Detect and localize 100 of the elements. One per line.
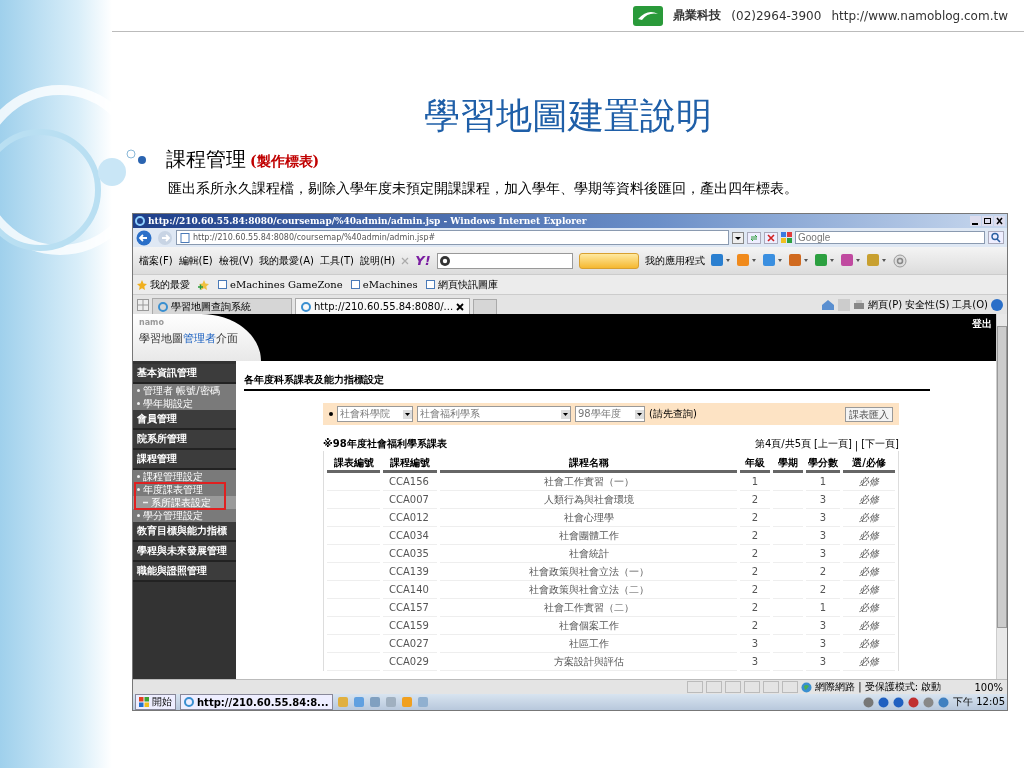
stop-icon[interactable]	[764, 231, 778, 244]
table-cell: 必修	[843, 473, 895, 491]
add-favorite-icon[interactable]	[198, 279, 210, 290]
table-cell: 方案設計與評估	[440, 653, 737, 671]
table-cell: 社會工作實習（二）	[440, 599, 737, 617]
quick-launch-icon[interactable]	[400, 696, 413, 708]
favorites-button[interactable]: 我的最愛	[137, 277, 190, 292]
toolbar-icon[interactable]	[814, 254, 835, 267]
close-icon[interactable]	[456, 302, 465, 311]
menu-item[interactable]: 說明(H)	[359, 253, 396, 268]
sidebar-section[interactable]: 職能與證照管理	[133, 562, 236, 582]
table-cell: 必修	[843, 617, 895, 635]
back-icon[interactable]	[136, 229, 154, 246]
tray-icon[interactable]	[908, 696, 919, 708]
search-icon	[439, 255, 450, 266]
toolbar-icon[interactable]	[762, 254, 783, 267]
table-cell: 社會工作實習（一）	[440, 473, 737, 491]
apps-button[interactable]: 我的應用程式	[644, 253, 705, 268]
pager-separator: |	[854, 440, 859, 451]
new-tab-button[interactable]	[473, 299, 498, 314]
address-field[interactable]: http://210.60.55.84:8080/coursemap/%40admin/admin.jsp#	[176, 230, 729, 245]
dash-icon	[143, 501, 148, 504]
start-button[interactable]: 開始	[135, 694, 176, 710]
import-button[interactable]: 課表匯入	[845, 406, 893, 422]
tray-icon[interactable]	[923, 696, 934, 708]
clock: 下午 12:05	[953, 695, 1005, 709]
browser-tab[interactable]: http://210.60.55.84:8080/...	[295, 298, 471, 314]
sidebar-section[interactable]: 院系所管理	[133, 430, 236, 450]
page-icon	[350, 280, 360, 289]
menu-item[interactable]: 工具(T)	[320, 253, 354, 268]
search-field[interactable]: Google	[795, 231, 985, 244]
window-title: http://210.60.55.84:8080/coursemap/%40admin/admin.jsp - Windows Internet Explorer	[148, 216, 587, 226]
menu-item[interactable]: 編輯(E)	[178, 253, 213, 268]
quick-launch-icon[interactable]	[352, 696, 365, 708]
browser-tab[interactable]: 學習地圖查詢系統	[152, 298, 292, 314]
maximize-icon[interactable]	[982, 216, 993, 226]
toolbar-search-field[interactable]	[436, 252, 573, 269]
quick-launch-icon[interactable]	[336, 696, 349, 708]
table-cell: CCA156	[383, 473, 437, 491]
taskbar-window-button[interactable]: http://210.60.55.84:8...	[180, 694, 333, 710]
print-icon[interactable]	[853, 298, 866, 311]
tray-icon[interactable]	[878, 696, 889, 708]
tray-icon[interactable]	[938, 696, 949, 708]
bullet-icon	[137, 475, 140, 478]
toolbar-icon[interactable]	[866, 254, 887, 267]
search-icon[interactable]	[988, 231, 1004, 244]
dropdown-icon[interactable]	[732, 231, 744, 244]
close-icon[interactable]	[994, 216, 1005, 226]
home-icon[interactable]	[821, 298, 836, 311]
bullet-heading: 課程管理	[166, 146, 246, 173]
table-cell: CCA035	[383, 545, 437, 563]
table-cell: 2	[740, 617, 770, 635]
dropdown-icon	[403, 409, 412, 419]
sidebar-section[interactable]: 學程與未來發展管理	[133, 542, 236, 562]
command-menu[interactable]: 網頁(P)	[868, 297, 903, 312]
settings-icon[interactable]	[892, 253, 907, 268]
sidebar-section[interactable]: 教育目標與能力指標	[133, 522, 236, 542]
toolbar-icon[interactable]	[788, 254, 809, 267]
ie-icon	[184, 697, 194, 707]
quick-launch-icon[interactable]	[384, 696, 397, 708]
sidebar-section[interactable]: 會員管理	[133, 410, 236, 430]
logout-link[interactable]: 登出	[968, 314, 996, 334]
favorite-link[interactable]: 網頁快訊圖庫	[425, 277, 498, 292]
table-cell: 必修	[843, 491, 895, 509]
sidebar-section[interactable]: 課程管理	[133, 450, 236, 470]
table-cell: 3	[806, 509, 840, 527]
toolbar-icon[interactable]	[736, 254, 757, 267]
menu-item[interactable]: 我的最愛(A)	[259, 253, 314, 268]
search-button[interactable]	[578, 252, 639, 269]
command-menu[interactable]: 安全性(S)	[905, 297, 950, 312]
tray-icon[interactable]	[893, 696, 904, 708]
command-menu[interactable]: 工具(O)	[952, 297, 988, 312]
toolbar-icon[interactable]	[710, 254, 731, 267]
favorite-link[interactable]: eMachines	[350, 279, 418, 290]
toolbar-logo[interactable]: Y!	[415, 253, 431, 268]
quick-launch-icon[interactable]	[368, 696, 381, 708]
favorite-link[interactable]: eMachines GameZone	[218, 279, 343, 290]
menu-item[interactable]: 檢視(V)	[218, 253, 254, 268]
company-name: 鼎業科技	[673, 7, 722, 24]
ie-icon	[301, 301, 311, 312]
department-select[interactable]: 社會福利學系	[417, 406, 571, 422]
menu-item[interactable]: 檔案(F)	[139, 253, 173, 268]
page-icon	[180, 232, 190, 243]
tray-icon[interactable]	[863, 696, 874, 708]
zoom-level[interactable]: 100%	[974, 681, 1003, 693]
table-cell: 3	[740, 635, 770, 653]
toolbar-icon[interactable]	[840, 254, 861, 267]
minimize-icon[interactable]	[970, 216, 981, 226]
table-cell: 社會政策與社會立法（一）	[440, 563, 737, 581]
sidebar-section[interactable]: 基本資訊管理	[133, 364, 236, 384]
year-select[interactable]: 98學年度	[575, 406, 645, 422]
next-page-link[interactable]: [下一頁]	[861, 437, 899, 451]
table-cell: 1	[740, 473, 770, 491]
grid-icon[interactable]	[137, 298, 149, 311]
quick-launch-icon[interactable]	[416, 696, 429, 708]
table-cell: 必修	[843, 599, 895, 617]
previous-page-link[interactable]: [上一頁]	[814, 437, 852, 451]
college-select[interactable]: 社會科學院	[337, 406, 413, 422]
scrollbar[interactable]	[996, 314, 1007, 679]
ie-icon	[158, 301, 168, 312]
